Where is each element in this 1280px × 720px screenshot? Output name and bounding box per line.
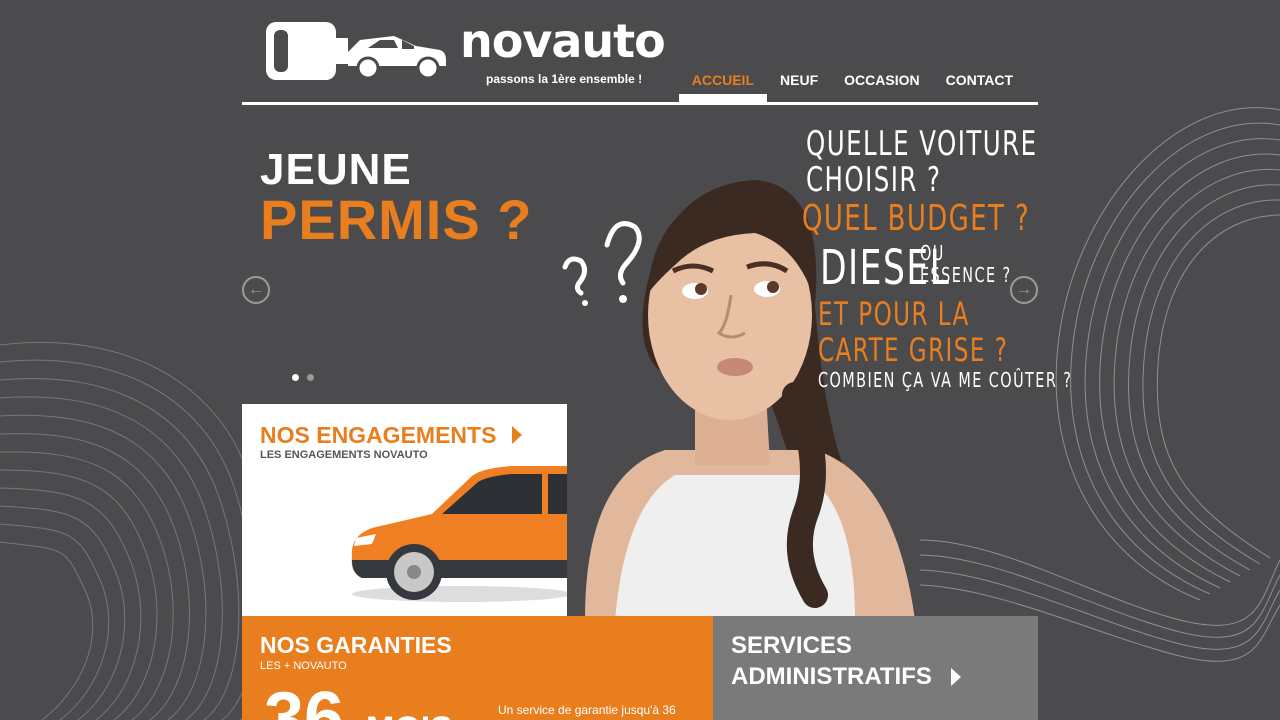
novauto-logo[interactable]: novauto passons la 1ère ensemble ! (264, 16, 674, 96)
nav-neuf[interactable]: NEUF (767, 70, 831, 90)
card-engagements[interactable]: NOS ENGAGEMENTS LES ENGAGEMENTS NOVAUTO (242, 404, 567, 616)
card-garanties-subtitle: LES + NOVAUTO (260, 660, 347, 672)
chevron-right-icon (951, 668, 961, 686)
arrow-left-icon: ← (248, 281, 264, 298)
nav-accueil[interactable]: ACCUEIL (678, 70, 768, 102)
question-which-car: QUELLE VOITURE CHOISIR ? (806, 124, 1038, 200)
slider-prev-button[interactable]: ← (242, 276, 270, 304)
question-budget: QUEL BUDGET ? (802, 198, 1031, 239)
brand-name: novauto (460, 14, 666, 68)
orange-car-image (351, 466, 567, 602)
garantie-months-unit: MOIS (366, 712, 453, 720)
card-garanties[interactable]: NOS GARANTIES LES + NOVAUTO 36 MOIS Un s… (242, 616, 713, 720)
chevron-right-icon (512, 426, 522, 444)
header-divider (242, 102, 1038, 105)
nav-occasion[interactable]: OCCASION (831, 70, 932, 90)
question-cost: COMBIEN ÇA VA ME COÛTER ? (818, 368, 1073, 392)
site-header: novauto passons la 1ère ensemble ! ACCUE… (242, 0, 1038, 106)
hero-title-line2: PERMIS ? (260, 188, 533, 251)
slider-next-button[interactable]: → (1010, 276, 1038, 304)
garantie-months-number: 36 (264, 678, 345, 720)
card-garanties-description: Un service de garantie jusqu'à 36 (498, 703, 676, 717)
arrow-right-icon: → (1016, 281, 1032, 298)
card-garanties-title: NOS GARANTIES (260, 632, 452, 658)
slider-dot-1[interactable] (292, 374, 299, 381)
main-nav: ACCUEIL NEUF OCCASION CONTACT (678, 70, 1026, 102)
nav-contact[interactable]: CONTACT (933, 70, 1026, 90)
question-carte-grise: ET POUR LA CARTE GRISE ? (818, 295, 1009, 369)
question-essence: OU ESSENCE ? (920, 241, 1012, 287)
brand-tagline: passons la 1ère ensemble ! (486, 72, 643, 86)
slider-dot-2[interactable] (307, 374, 314, 381)
card-services-title: SERVICES ADMINISTRATIFS (731, 632, 932, 690)
key-car-logo-icon (266, 22, 446, 80)
slider-dots (292, 374, 314, 381)
card-services-administratifs[interactable]: SERVICES ADMINISTRATIFS (713, 616, 1038, 720)
card-engagements-title: NOS ENGAGEMENTS (260, 422, 497, 448)
